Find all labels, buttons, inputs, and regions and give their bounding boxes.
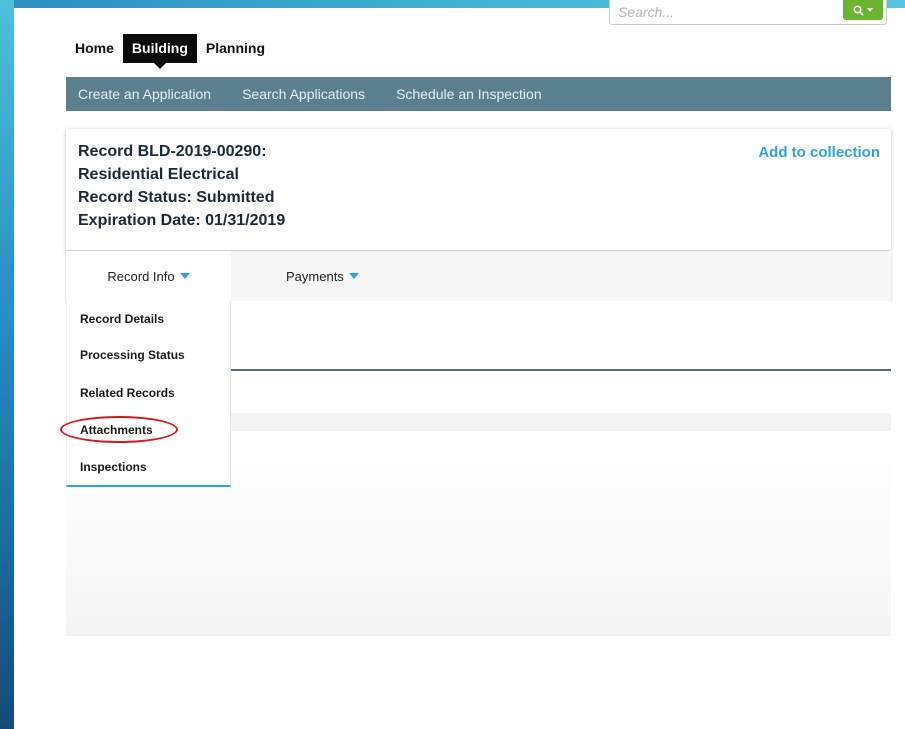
nav-home[interactable]: Home bbox=[66, 34, 123, 62]
frame-left bbox=[0, 0, 14, 729]
subnav-create-application[interactable]: Create an Application bbox=[78, 86, 211, 102]
subnav-schedule-inspection[interactable]: Schedule an Inspection bbox=[396, 86, 542, 102]
top-nav: Home Building Planning bbox=[66, 33, 274, 69]
tab-payments[interactable]: Payments bbox=[286, 251, 359, 301]
menu-item-related-records[interactable]: Related Records bbox=[80, 386, 175, 400]
sub-nav: Create an Application Search Application… bbox=[66, 77, 891, 111]
menu-item-inspections[interactable]: Inspections bbox=[80, 460, 147, 474]
record-info-dropdown: Record Details Processing Status Related… bbox=[66, 301, 231, 487]
menu-item-attachments[interactable]: Attachments bbox=[80, 423, 153, 437]
search-icon bbox=[853, 4, 864, 16]
chevron-down-icon bbox=[179, 273, 190, 279]
record-type: Residential Electrical bbox=[78, 166, 239, 183]
subnav-search-applications[interactable]: Search Applications bbox=[242, 86, 365, 102]
nav-planning[interactable]: Planning bbox=[197, 34, 274, 62]
record-expiration: Expiration Date: 01/31/2019 bbox=[78, 212, 286, 229]
search-input[interactable] bbox=[610, 0, 830, 24]
search-button[interactable] bbox=[843, 0, 883, 20]
record-status: Record Status: Submitted bbox=[78, 189, 275, 206]
menu-item-processing-status[interactable]: Processing Status bbox=[80, 348, 185, 362]
nav-building[interactable]: Building bbox=[122, 33, 197, 69]
tab-record-info[interactable]: Record Info bbox=[66, 251, 231, 301]
tab-record-info-label: Record Info bbox=[107, 268, 175, 284]
menu-item-record-details[interactable]: Record Details bbox=[80, 312, 164, 326]
record-tabs: Record Info Payments bbox=[66, 251, 891, 301]
tab-payments-label: Payments bbox=[286, 268, 344, 284]
record-header-card: Record BLD-2019-00290: Residential Elect… bbox=[66, 129, 891, 250]
search-box bbox=[609, 0, 887, 25]
search-options-chevron-icon bbox=[867, 8, 873, 12]
add-to-collection-link[interactable]: Add to collection bbox=[758, 144, 880, 161]
chevron-down-icon bbox=[348, 273, 359, 279]
